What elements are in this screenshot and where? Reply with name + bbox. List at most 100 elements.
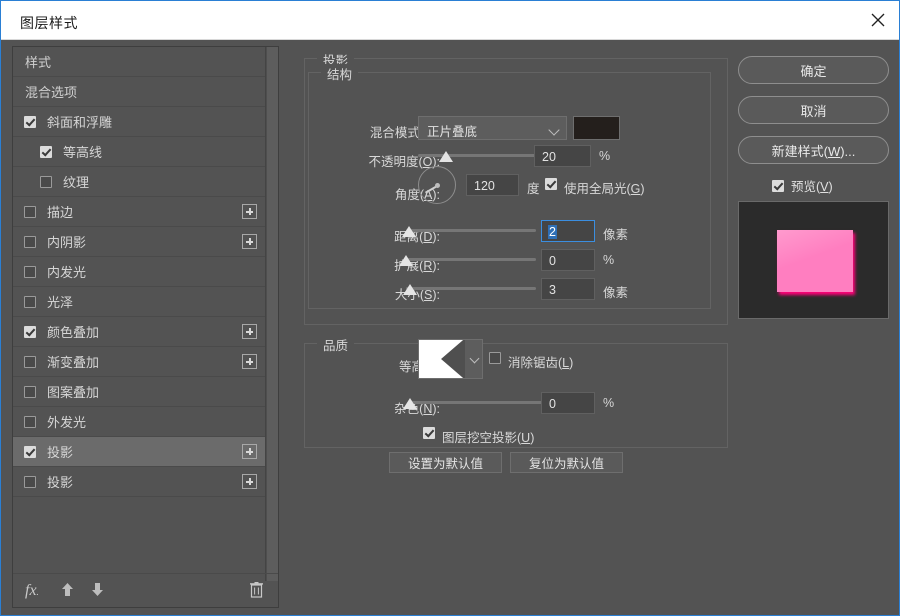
blend-mode-value: 正片叠底 (427, 121, 477, 140)
use-global-light-checkbox[interactable] (545, 178, 557, 190)
style-list-item[interactable]: 描边 (13, 197, 265, 227)
style-item-label: 混合选项 (13, 82, 77, 101)
styles-scrollbar-thumb[interactable] (267, 47, 278, 581)
style-list-item[interactable]: 颜色叠加 (13, 317, 265, 347)
close-icon[interactable] (855, 1, 900, 39)
trash-icon[interactable] (249, 581, 264, 603)
noise-input[interactable]: 0 (541, 392, 595, 414)
size-slider[interactable] (406, 281, 536, 297)
style-item-label: 光泽 (44, 292, 73, 311)
chevron-down-icon (470, 354, 480, 364)
anti-alias-label: 消除锯齿(L) (508, 352, 573, 371)
arrow-up-icon[interactable] (61, 582, 74, 602)
add-effect-icon[interactable] (242, 474, 257, 489)
style-item-label: 斜面和浮雕 (44, 112, 112, 131)
angle-unit: 度 (527, 178, 540, 197)
use-global-light-label: 使用全局光(G) (564, 178, 645, 197)
style-item-label: 内阴影 (44, 232, 86, 251)
right-panel: 确定 取消 新建样式(W)... 预览(V) (736, 46, 891, 608)
add-effect-icon[interactable] (242, 204, 257, 219)
styles-scrollbar[interactable] (265, 47, 278, 581)
style-item-checkbox[interactable] (24, 266, 36, 278)
style-item-label: 纹理 (60, 172, 89, 191)
style-item-label: 等高线 (60, 142, 102, 161)
fx-icon[interactable]: fx. (25, 582, 39, 601)
add-effect-icon[interactable] (242, 354, 257, 369)
preview-checkbox[interactable] (772, 180, 784, 192)
style-item-checkbox[interactable] (24, 296, 36, 308)
distance-unit: 像素 (603, 224, 628, 243)
chevron-down-icon (548, 124, 559, 135)
style-item-checkbox[interactable] (24, 116, 36, 128)
size-input[interactable]: 3 (541, 278, 595, 300)
styles-toolbar: fx. (13, 573, 278, 607)
style-list-item[interactable]: 光泽 (13, 287, 265, 317)
add-effect-icon[interactable] (242, 444, 257, 459)
style-item-label: 描边 (44, 202, 73, 221)
arrow-down-icon[interactable] (91, 582, 104, 602)
reset-default-button[interactable]: 复位为默认值 (510, 452, 623, 473)
style-item-checkbox[interactable] (24, 446, 36, 458)
contour-dropdown[interactable] (465, 339, 483, 379)
angle-dial[interactable] (418, 166, 456, 204)
spread-input[interactable]: 0 (541, 249, 595, 271)
preview-toggle[interactable]: 预览(V) (772, 176, 833, 195)
set-default-button[interactable]: 设置为默认值 (389, 452, 502, 473)
distance-slider[interactable] (406, 223, 536, 239)
cancel-button[interactable]: 取消 (738, 96, 889, 124)
style-list-item[interactable]: 外发光 (13, 407, 265, 437)
style-list-item[interactable]: 图案叠加 (13, 377, 265, 407)
style-list-item[interactable]: 纹理 (13, 167, 265, 197)
opacity-unit: % (599, 149, 610, 163)
styles-list: 样式混合选项斜面和浮雕等高线纹理描边内阴影内发光光泽颜色叠加渐变叠加图案叠加外发… (13, 47, 265, 497)
style-item-checkbox[interactable] (24, 386, 36, 398)
new-style-button[interactable]: 新建样式(W)... (738, 136, 889, 164)
style-list-item[interactable]: 样式 (13, 47, 265, 77)
shadow-color-swatch[interactable] (573, 116, 620, 140)
add-effect-icon[interactable] (242, 324, 257, 339)
style-list-item[interactable]: 内阴影 (13, 227, 265, 257)
style-item-checkbox[interactable] (24, 206, 36, 218)
knockout-checkbox[interactable] (423, 427, 435, 439)
layer-style-dialog: 图层样式 样式混合选项斜面和浮雕等高线纹理描边内阴影内发光光泽颜色叠加渐变叠加图… (0, 0, 900, 616)
style-item-checkbox[interactable] (24, 236, 36, 248)
style-list-item[interactable]: 混合选项 (13, 77, 265, 107)
blend-mode-select[interactable]: 正片叠底 (418, 116, 567, 140)
style-item-label: 外发光 (44, 412, 86, 431)
style-item-checkbox[interactable] (24, 416, 36, 428)
style-item-label: 投影 (44, 472, 73, 491)
ok-button[interactable]: 确定 (738, 56, 889, 84)
style-list-item[interactable]: 内发光 (13, 257, 265, 287)
contour-preview[interactable] (418, 339, 466, 379)
style-list-item[interactable]: 投影 (13, 437, 265, 467)
spread-slider[interactable] (406, 252, 536, 268)
style-item-checkbox[interactable] (40, 146, 52, 158)
opacity-input[interactable]: 20 (534, 145, 591, 167)
preview-thumbnail (738, 201, 889, 319)
style-item-label: 图案叠加 (44, 382, 99, 401)
style-list-item[interactable]: 投影 (13, 467, 265, 497)
quality-group-title: 品质 (317, 335, 354, 354)
distance-input[interactable]: 2 (541, 220, 595, 242)
preview-shape (777, 230, 853, 292)
style-item-label: 投影 (44, 442, 73, 461)
style-item-checkbox[interactable] (24, 326, 36, 338)
style-list-item[interactable]: 渐变叠加 (13, 347, 265, 377)
page-title: 图层样式 (20, 13, 78, 33)
angle-input[interactable]: 120 (466, 174, 519, 196)
style-item-checkbox[interactable] (24, 356, 36, 368)
style-item-label: 颜色叠加 (44, 322, 99, 341)
styles-panel: 样式混合选项斜面和浮雕等高线纹理描边内阴影内发光光泽颜色叠加渐变叠加图案叠加外发… (12, 46, 279, 608)
dialog-body: 样式混合选项斜面和浮雕等高线纹理描边内阴影内发光光泽颜色叠加渐变叠加图案叠加外发… (1, 40, 900, 616)
anti-alias-checkbox[interactable] (489, 352, 501, 364)
noise-unit: % (603, 396, 614, 410)
style-list-item[interactable]: 等高线 (13, 137, 265, 167)
noise-slider[interactable] (410, 395, 554, 411)
style-item-checkbox[interactable] (40, 176, 52, 188)
style-item-checkbox[interactable] (24, 476, 36, 488)
style-item-label: 样式 (13, 52, 51, 71)
style-list-item[interactable]: 斜面和浮雕 (13, 107, 265, 137)
add-effect-icon[interactable] (242, 234, 257, 249)
style-item-label: 内发光 (44, 262, 86, 281)
spread-unit: % (603, 253, 614, 267)
